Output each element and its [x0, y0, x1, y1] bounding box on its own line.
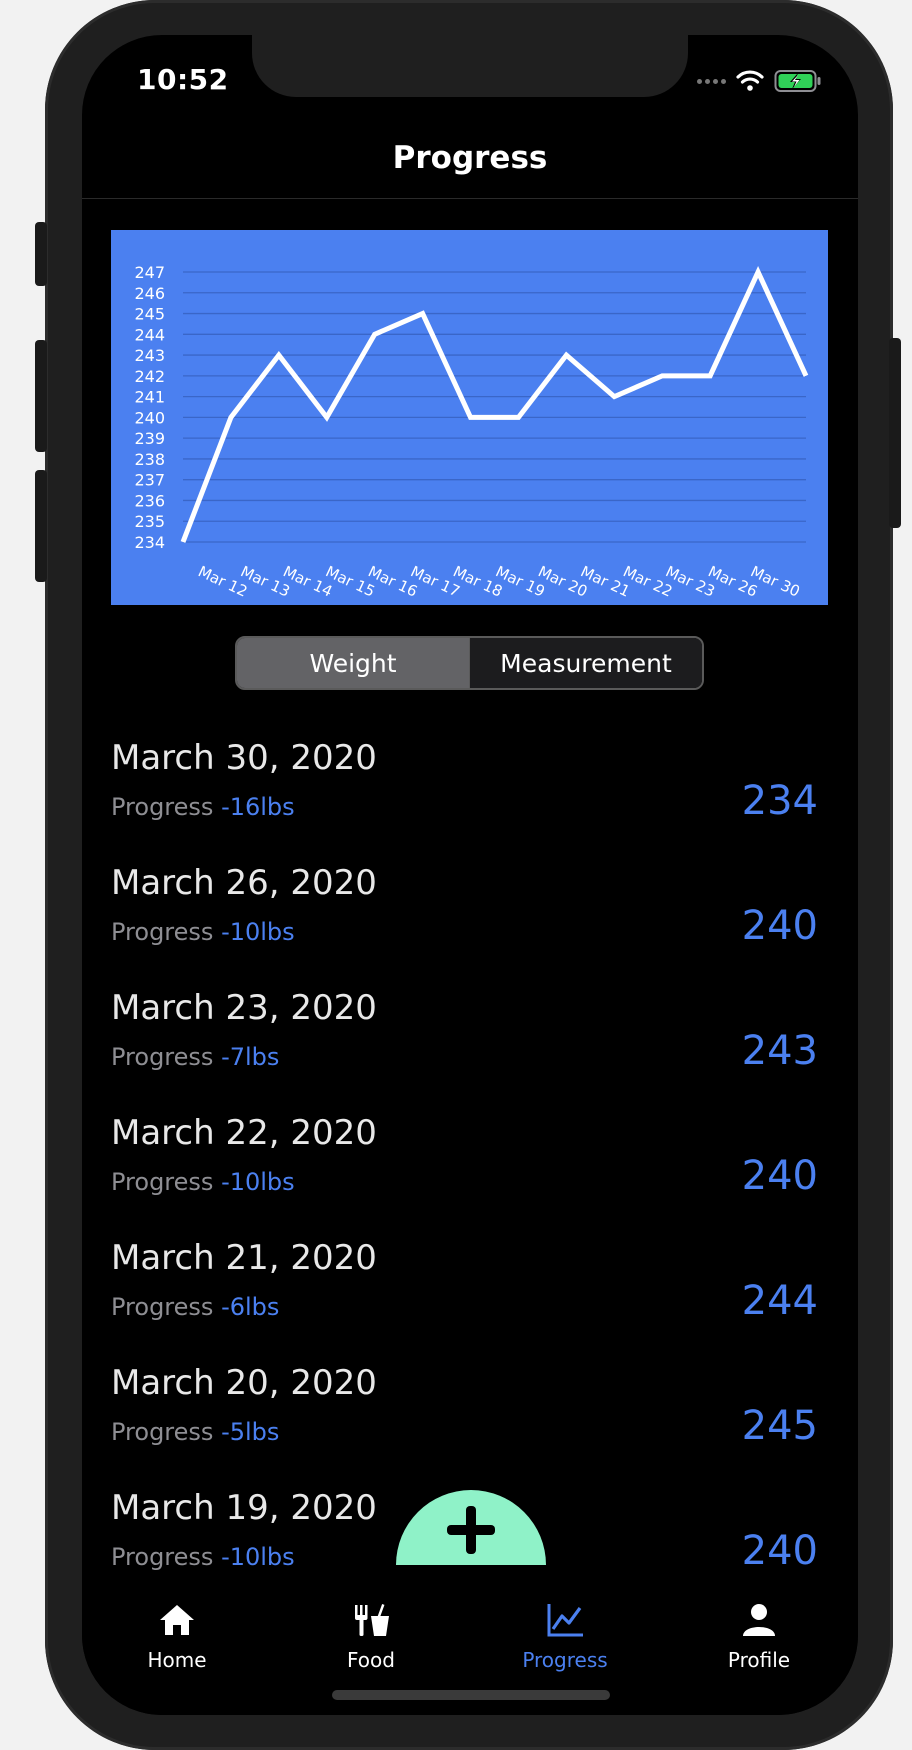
- entry-date: March 19, 2020: [111, 1488, 377, 1528]
- entry-progress: Progress -7lbs: [111, 1043, 279, 1071]
- notch: [252, 35, 688, 97]
- y-tick-label: 247: [134, 263, 165, 282]
- entry-weight: 243: [741, 1028, 818, 1074]
- list-item[interactable]: March 23, 2020 Progress -7lbs 243: [82, 945, 858, 1074]
- y-tick-label: 235: [134, 512, 165, 531]
- chart-icon: [547, 1604, 583, 1637]
- silent-switch: [35, 222, 47, 286]
- progress-change: -10lbs: [221, 918, 295, 946]
- wifi-icon: [736, 70, 764, 91]
- list-item[interactable]: March 22, 2020 Progress -10lbs 240: [82, 1070, 858, 1199]
- entry-weight: 234: [741, 778, 818, 824]
- power-button: [889, 338, 901, 528]
- progress-label: Progress: [111, 1543, 214, 1571]
- person-icon: [743, 1604, 775, 1636]
- plus-icon: [447, 1506, 495, 1554]
- progress-label: Progress: [111, 1293, 214, 1321]
- app-screen: 10:52 Progress 247 246 245 244 243 242 241 240 2…: [82, 35, 858, 1715]
- entry-progress: Progress -10lbs: [111, 1168, 295, 1196]
- segment-measurement[interactable]: Measurement: [469, 638, 702, 688]
- progress-label: Progress: [111, 1418, 214, 1446]
- list-item[interactable]: March 26, 2020 Progress -10lbs 240: [82, 820, 858, 949]
- entry-date: March 30, 2020: [111, 738, 377, 778]
- cellular-signal-icon: [697, 78, 726, 84]
- y-tick-label: 234: [134, 533, 165, 552]
- page-title: Progress: [392, 140, 548, 176]
- y-tick-label: 237: [134, 471, 165, 490]
- entry-weight: 240: [741, 903, 818, 949]
- progress-change: -5lbs: [221, 1418, 280, 1446]
- entry-progress: Progress -6lbs: [111, 1293, 279, 1321]
- entry-date: March 26, 2020: [111, 863, 377, 903]
- y-tick-label: 238: [134, 450, 165, 469]
- nav-divider: [82, 198, 858, 199]
- entry-weight: 245: [741, 1403, 818, 1449]
- y-tick-label: 243: [134, 346, 165, 365]
- y-tick-label: 246: [134, 284, 165, 303]
- weight-chart: 247 246 245 244 243 242 241 240 239 238 237 236 235 2…: [111, 230, 828, 605]
- tab-profile-label: Profile: [727, 1648, 791, 1672]
- home-icon: [160, 1605, 194, 1635]
- entry-progress: Progress -5lbs: [111, 1418, 279, 1446]
- home-indicator: [332, 1690, 610, 1700]
- y-tick-label: 245: [134, 305, 165, 324]
- status-icons: [697, 69, 822, 93]
- progress-change: -6lbs: [221, 1293, 280, 1321]
- progress-label: Progress: [111, 793, 214, 821]
- y-tick-label: 239: [134, 429, 165, 448]
- y-tick-label: 241: [134, 388, 165, 407]
- entry-date: March 21, 2020: [111, 1238, 377, 1278]
- progress-label: Progress: [111, 1168, 214, 1196]
- progress-label: Progress: [111, 1043, 214, 1071]
- list-item[interactable]: March 20, 2020 Progress -5lbs 245: [82, 1320, 858, 1449]
- entry-date: March 20, 2020: [111, 1363, 377, 1403]
- list-item[interactable]: March 30, 2020 Progress -16lbs 234: [82, 695, 858, 824]
- progress-change: -7lbs: [221, 1043, 280, 1071]
- tab-progress-label: Progress: [522, 1648, 608, 1672]
- progress-change: -16lbs: [221, 793, 295, 821]
- y-tick-label: 244: [134, 325, 165, 344]
- progress-change: -10lbs: [221, 1168, 295, 1196]
- tab-home-label: Home: [147, 1648, 207, 1672]
- metric-segmented-control[interactable]: Weight Measurement: [235, 636, 704, 690]
- entry-progress: Progress -16lbs: [111, 793, 295, 821]
- progress-list[interactable]: March 30, 2020 Progress -16lbs 234 March…: [82, 695, 858, 1590]
- tab-food[interactable]: Food: [296, 1602, 446, 1672]
- y-tick-label: 242: [134, 367, 165, 386]
- volume-down-button: [35, 470, 47, 582]
- volume-up-button: [35, 340, 47, 452]
- status-time: 10:52: [137, 63, 229, 96]
- entry-progress: Progress -10lbs: [111, 1543, 295, 1571]
- tab-progress[interactable]: Progress: [490, 1602, 640, 1672]
- weight-series-line: [180, 266, 809, 543]
- weight-line-chart: 2472462452442432422412402392382372362352…: [134, 263, 809, 601]
- entry-weight: 240: [741, 1153, 818, 1199]
- y-tick-label: 236: [134, 491, 165, 510]
- entry-weight: 244: [741, 1278, 818, 1324]
- entry-progress: Progress -10lbs: [111, 918, 295, 946]
- x-tick-label: Mar 30: [748, 562, 803, 600]
- progress-change: -10lbs: [221, 1543, 295, 1571]
- entry-date: March 22, 2020: [111, 1113, 377, 1153]
- tab-food-label: Food: [347, 1648, 395, 1672]
- list-item[interactable]: March 21, 2020 Progress -6lbs 244: [82, 1195, 858, 1324]
- segment-weight[interactable]: Weight: [237, 638, 469, 688]
- food-icon: [355, 1604, 389, 1636]
- y-tick-label: 240: [134, 408, 165, 427]
- tab-profile[interactable]: Profile: [684, 1602, 834, 1672]
- entry-date: March 23, 2020: [111, 988, 377, 1028]
- entry-weight: 240: [741, 1528, 818, 1574]
- battery-charging-icon: [774, 70, 821, 92]
- progress-label: Progress: [111, 918, 214, 946]
- tab-home[interactable]: Home: [102, 1602, 252, 1672]
